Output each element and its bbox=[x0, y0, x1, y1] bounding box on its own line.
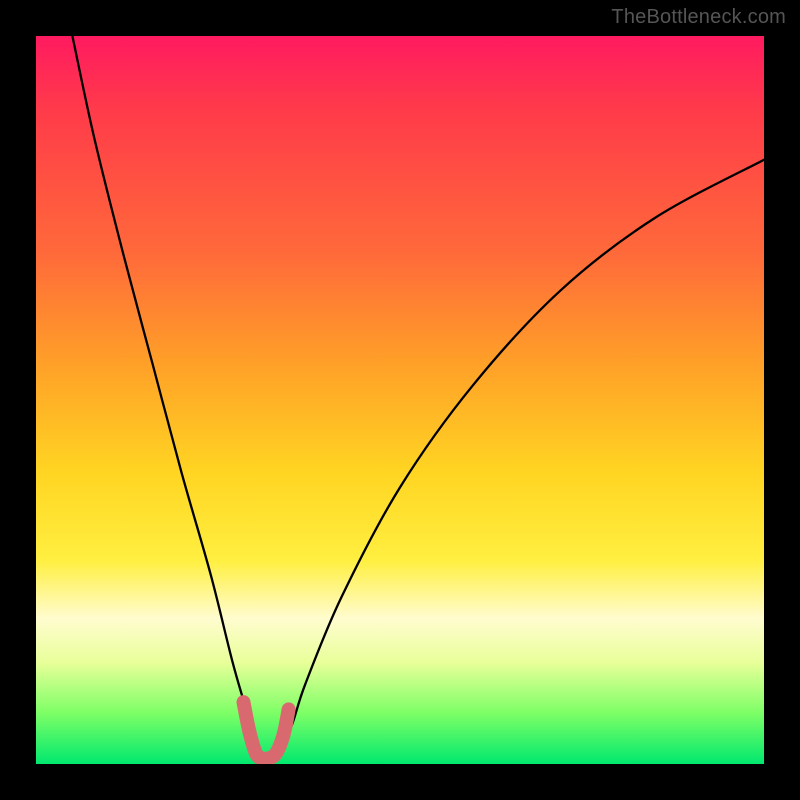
watermark-text: TheBottleneck.com bbox=[611, 6, 786, 29]
chart-frame bbox=[0, 0, 800, 800]
bottleneck-curve bbox=[72, 36, 764, 758]
bottleneck-curve-svg bbox=[36, 36, 764, 764]
plot-area bbox=[36, 36, 764, 764]
highlight-segment bbox=[243, 702, 288, 759]
